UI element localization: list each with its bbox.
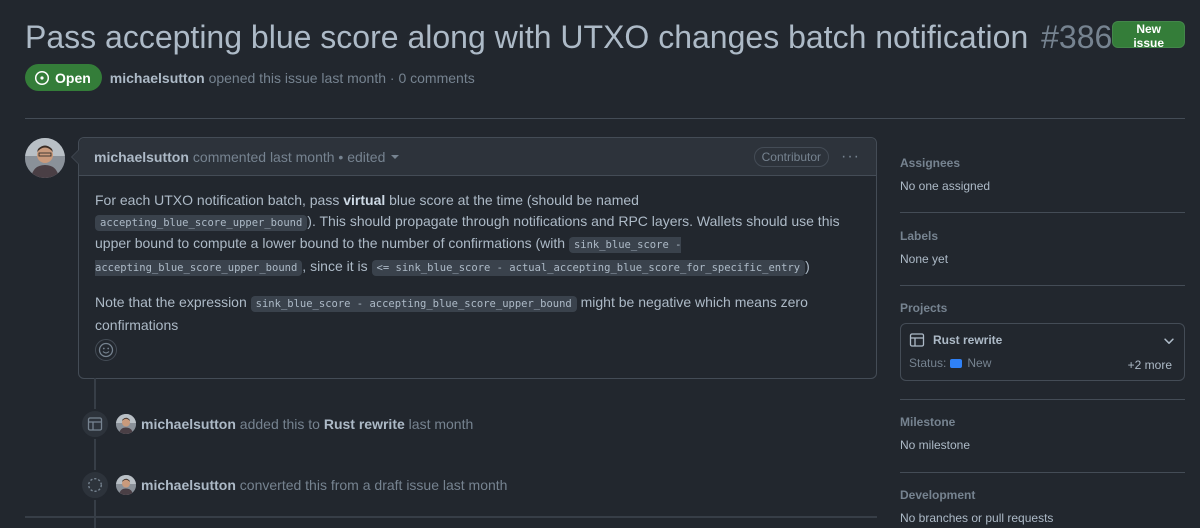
draft-issue-icon [87, 477, 103, 493]
actor-link[interactable]: michaelsutton [141, 477, 236, 493]
header-divider [25, 118, 1185, 119]
milestone-section: Milestone No milestone [900, 415, 1185, 452]
labels-title[interactable]: Labels [900, 229, 1185, 243]
author-link[interactable]: michaelsutton [110, 70, 205, 86]
development-value: No branches or pull requests [900, 511, 1054, 525]
issue-number: #386 [1041, 19, 1113, 55]
contributor-badge: Contributor [753, 146, 830, 167]
smiley-icon [98, 342, 114, 358]
status-field-label: Status: [909, 356, 947, 370]
labels-section: Labels None yet [900, 229, 1185, 266]
comment-header: michaelsutton commented last month • edi… [79, 138, 876, 176]
chevron-down-icon[interactable] [1162, 334, 1176, 348]
sidebar-divider [900, 399, 1185, 400]
actor-link[interactable]: michaelsutton [141, 416, 236, 432]
sidebar-divider [900, 472, 1185, 473]
avatar-image [25, 138, 65, 178]
add-reaction-button[interactable] [95, 339, 117, 361]
project-card[interactable]: Rust rewrite Status: New +2 more [900, 323, 1185, 381]
projects-title[interactable]: Projects [900, 301, 1185, 315]
assignees-section: Assignees No one assigned [900, 156, 1185, 193]
timeline-event: michaelsutton added this to Rust rewrite… [80, 409, 473, 439]
milestone-value: No milestone [900, 438, 971, 452]
inline-code: <= sink_blue_score - actual_accepting_bl… [371, 259, 806, 276]
assignees-title[interactable]: Assignees [900, 156, 1185, 170]
text: For each UTXO notification batch, pass [95, 192, 344, 208]
timeline-line [94, 378, 96, 528]
text: converted this from a draft issue last m… [239, 477, 508, 493]
table-icon [909, 333, 925, 347]
sidebar-divider [900, 212, 1185, 213]
development-title[interactable]: Development [900, 488, 1185, 502]
page-title: Pass accepting blue score along with UTX… [25, 14, 1112, 60]
more-projects-link[interactable]: +2 more [1128, 358, 1172, 372]
comment-paragraph: For each UTXO notification batch, pass v… [95, 190, 860, 278]
project-row: Rust rewrite [909, 332, 1176, 348]
meta-suffix: opened this issue last month · 0 comment… [208, 69, 475, 86]
new-issue-button[interactable]: New issue [1112, 21, 1185, 50]
timeline-badge [80, 470, 110, 500]
comment-body: For each UTXO notification batch, pass v… [79, 176, 876, 335]
milestone-title[interactable]: Milestone [900, 415, 1185, 429]
timeline-text: michaelsutton converted this from a draf… [141, 477, 507, 493]
text: blue score at the time (should be named [385, 192, 639, 208]
text: Note that the expression [95, 294, 251, 310]
issue-open-icon [34, 70, 50, 85]
inline-code: sink_blue_score - accepting_blue_score_u… [250, 296, 577, 312]
kebab-menu-icon[interactable]: ··· [841, 148, 860, 166]
status-label: Open [55, 69, 91, 86]
table-icon [87, 417, 103, 431]
assignees-value: No one assigned [900, 179, 991, 193]
status-value[interactable]: New [967, 356, 991, 370]
bold-text: virtual [343, 192, 386, 208]
comment-paragraph: Note that the expression sink_blue_score… [95, 292, 860, 335]
text: , since it is [302, 257, 372, 274]
text: ) [805, 257, 810, 274]
timeline-text: michaelsutton added this to Rust rewrite… [141, 416, 473, 432]
inline-code: accepting_blue_score_upper_bound [95, 214, 308, 231]
new-status-icon [950, 358, 963, 368]
avatar[interactable] [116, 475, 136, 495]
timeline-event: michaelsutton converted this from a draf… [80, 470, 507, 500]
avatar[interactable] [25, 138, 65, 178]
avatar[interactable] [116, 414, 136, 434]
issue-header: Pass accepting blue score along with UTX… [25, 14, 1185, 91]
comment-author[interactable]: michaelsutton [94, 149, 189, 165]
project-link[interactable]: Rust rewrite [324, 416, 405, 432]
comment-action[interactable]: commented last month [193, 149, 335, 165]
timestamp[interactable]: last month [409, 416, 474, 432]
timeline-badge [80, 409, 110, 439]
development-section: Development No branches or pull requests [900, 488, 1185, 525]
status-badge: Open [25, 64, 102, 91]
chevron-down-icon[interactable] [391, 154, 400, 159]
text: added this to [239, 416, 320, 432]
avatar-image [116, 475, 136, 495]
issue-comment: michaelsutton commented last month • edi… [71, 137, 877, 379]
issue-meta-text: michaelsutton opened this issue last mon… [110, 70, 475, 86]
labels-value: None yet [900, 252, 949, 266]
issue-title: Pass accepting blue score along with UTX… [25, 19, 1029, 55]
projects-section: Projects Rust rewrite Status: New +2 mor… [900, 301, 1185, 381]
title-row: Pass accepting blue score along with UTX… [25, 14, 1185, 60]
edited-label[interactable]: • edited [338, 149, 385, 165]
project-name[interactable]: Rust rewrite [933, 333, 1002, 347]
sidebar-divider [900, 285, 1185, 286]
issue-meta: Open michaelsutton opened this issue las… [25, 64, 1185, 91]
avatar-image [116, 414, 136, 434]
timeline-divider [25, 516, 877, 518]
